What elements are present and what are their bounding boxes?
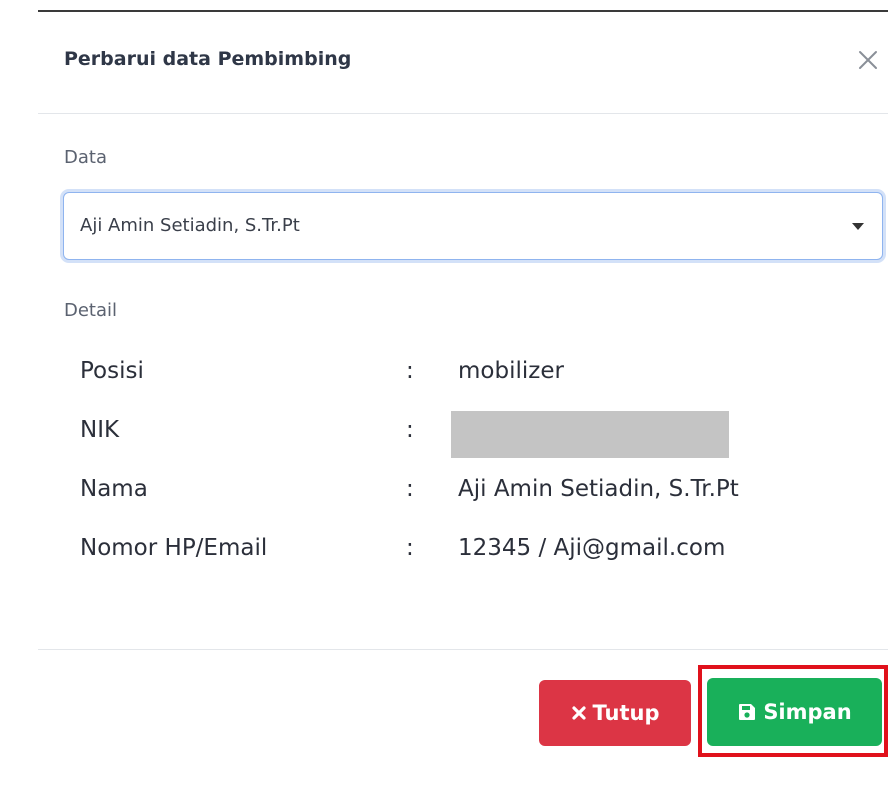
modal-header: Perbarui data Pembimbing <box>38 12 888 114</box>
detail-row-contact: Nomor HP/Email : 12345 / Aji@gmail.com <box>80 529 840 588</box>
data-label: Data <box>64 147 107 168</box>
detail-key: Nama <box>80 476 148 502</box>
times-icon <box>571 705 587 721</box>
detail-key: NIK <box>80 417 120 443</box>
detail-separator: : <box>406 476 414 502</box>
detail-value: Aji Amin Setiadin, S.Tr.Pt <box>458 476 739 502</box>
detail-label: Detail <box>64 300 118 321</box>
detail-row-nik: NIK : <box>80 411 840 470</box>
pembimbing-select[interactable]: Aji Amin Setiadin, S.Tr.Pt <box>63 192 883 260</box>
select-value: Aji Amin Setiadin, S.Tr.Pt <box>80 215 300 236</box>
close-icon <box>859 51 877 69</box>
modal-title: Perbarui data Pembimbing <box>64 48 352 70</box>
detail-table: Posisi : mobilizer NIK : Nama : Aji Amin… <box>80 352 840 588</box>
detail-key: Posisi <box>80 358 144 384</box>
detail-separator: : <box>406 358 414 384</box>
detail-row-nama: Nama : Aji Amin Setiadin, S.Tr.Pt <box>80 470 840 529</box>
simpan-label: Simpan <box>763 700 852 724</box>
detail-value: mobilizer <box>458 358 564 384</box>
simpan-button[interactable]: Simpan <box>707 678 882 746</box>
detail-key: Nomor HP/Email <box>80 535 268 561</box>
detail-value: 12345 / Aji@gmail.com <box>458 535 726 561</box>
redacted-value <box>451 411 729 458</box>
modal-close-button[interactable] <box>854 46 882 74</box>
tutup-button[interactable]: Tutup <box>539 680 691 746</box>
detail-separator: : <box>406 417 414 443</box>
detail-separator: : <box>406 535 414 561</box>
detail-row-posisi: Posisi : mobilizer <box>80 352 840 411</box>
footer-divider <box>38 649 888 650</box>
tutup-label: Tutup <box>592 701 660 725</box>
caret-down-icon <box>852 223 864 230</box>
floppy-disk-icon <box>737 702 757 722</box>
